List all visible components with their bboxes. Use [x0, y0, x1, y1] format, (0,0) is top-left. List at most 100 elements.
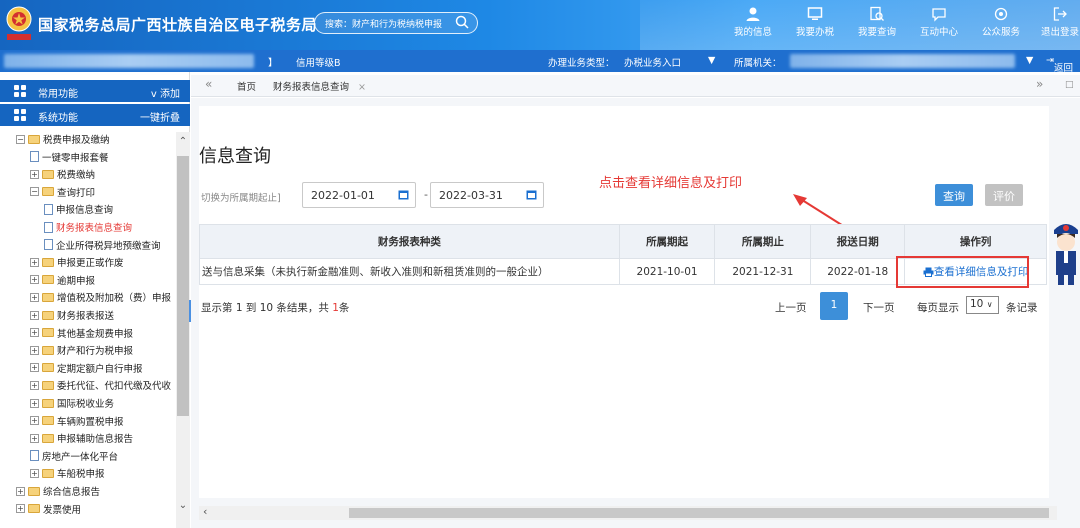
period-start-cell: 2021-10-01	[618, 258, 716, 285]
date-from-input[interactable]: 2022-01-01	[302, 182, 416, 208]
sidebar-item-label: 委托代征、代扣代缴及代收	[57, 381, 172, 393]
annotation-text: 点击查看详细信息及打印	[599, 176, 743, 191]
sidebar-item-label: 查询打印	[57, 187, 96, 199]
expand-icon[interactable]: +	[30, 433, 39, 443]
sidebar-item[interactable]: + 定期定额户自行申报	[30, 361, 143, 378]
grid-icon	[14, 109, 26, 121]
sidebar-item[interactable]: 房地产一体化平台	[30, 449, 118, 466]
sidebar-item[interactable]: + 综合信息报告	[16, 484, 100, 501]
per-page-label: 每页显示	[917, 302, 959, 314]
return-button[interactable]: ⇥ 返回	[1046, 55, 1073, 74]
expand-icon[interactable]: +	[30, 292, 39, 302]
sidebar-item[interactable]: 一键零申报套餐	[30, 150, 109, 167]
sidebar-item-label: 申报信息查询	[56, 205, 114, 217]
expand-icon[interactable]: +	[30, 363, 39, 373]
search-icon[interactable]	[455, 15, 469, 29]
scrollbar-thumb[interactable]	[177, 156, 189, 416]
sidebar-item-label: 财产和行为税申报	[57, 346, 134, 358]
chevron-down-icon[interactable]: ▼	[708, 55, 715, 66]
nav-interaction-center[interactable]: 互动中心	[913, 4, 965, 44]
sidebar-item-label: 申报更正或作废	[57, 258, 124, 270]
calendar-icon[interactable]	[398, 189, 409, 200]
nav-my-info[interactable]: 我的信息	[727, 4, 779, 44]
expand-icon[interactable]: +	[30, 310, 39, 320]
date-to-input[interactable]: 2022-03-31	[430, 182, 544, 208]
expand-icon[interactable]: +	[30, 257, 39, 267]
period-switch-link[interactable]: 切换为所属期起止]	[201, 190, 281, 204]
nav-tax-handling[interactable]: 我要办税	[789, 4, 841, 44]
grid-icon	[14, 85, 26, 97]
sidebar-item[interactable]: − 税费申报及缴纳	[16, 132, 110, 149]
collapse-all-button[interactable]: 一键折叠	[140, 109, 180, 124]
scroll-left-icon[interactable]: ‹	[203, 505, 207, 518]
sidebar-item[interactable]: − 查询打印	[30, 185, 95, 202]
tabs-scroll-left-icon[interactable]: «	[205, 77, 212, 91]
nav-label: 我的信息	[733, 27, 772, 38]
sidebar-item[interactable]: + 逾期申报	[30, 273, 95, 290]
system-functions-header[interactable]: 系统功能 一键折叠	[0, 104, 190, 126]
sidebar-item[interactable]: + 发票使用	[16, 502, 81, 519]
sidebar-item[interactable]: + 申报更正或作废	[30, 255, 124, 272]
tab-current-label: 财务报表信息查询	[273, 82, 350, 93]
tab-close-icon[interactable]: ×	[358, 82, 366, 93]
sidebar-item[interactable]: + 其他基金规费申报	[30, 326, 133, 343]
expand-icon[interactable]: +	[16, 486, 25, 496]
sidebar-item[interactable]: + 委托代征、代扣代缴及代收	[30, 378, 171, 395]
nav-query[interactable]: 我要查询	[851, 4, 903, 44]
sidebar-item[interactable]: 申报信息查询	[44, 202, 113, 219]
biz-type-select[interactable]: 办税业务入口	[624, 55, 681, 69]
expand-icon[interactable]: +	[30, 416, 39, 426]
per-page-select[interactable]: 10 ∨	[966, 296, 999, 314]
sidebar-item[interactable]: + 车辆购置税申报	[30, 414, 124, 431]
expand-icon[interactable]: +	[30, 275, 39, 285]
scrollbar-thumb[interactable]	[349, 508, 1049, 518]
sidebar-item[interactable]: 企业所得税异地预缴查询	[44, 238, 161, 255]
expand-icon[interactable]: +	[30, 468, 39, 478]
prev-page-button[interactable]: 上一页	[775, 300, 807, 315]
tabs-scroll-right-icon[interactable]: »	[1036, 77, 1043, 91]
sidebar-item[interactable]: + 财务报表报送	[30, 308, 114, 325]
chevron-down-icon[interactable]: ▼	[1026, 55, 1033, 66]
nav-public-service[interactable]: 公众服务	[975, 4, 1027, 44]
sidebar-item[interactable]: + 税费缴纳	[30, 167, 95, 184]
sidebar-item[interactable]: + 增值税及附加税（费）申报	[30, 290, 171, 307]
logout-icon	[1053, 7, 1067, 21]
sidebar-item[interactable]: + 车船税申报	[30, 466, 105, 483]
document-icon	[30, 450, 39, 462]
sidebar-scrollbar[interactable]: ⌃ ⌄	[176, 132, 190, 528]
next-page-button[interactable]: 下一页	[863, 300, 895, 315]
sidebar-item[interactable]: + 国际税收业务	[30, 396, 114, 413]
sidebar-item[interactable]: 财务报表信息查询	[44, 220, 132, 237]
document-icon	[30, 151, 39, 163]
scroll-down-icon[interactable]: ⌄	[178, 500, 188, 512]
expand-icon[interactable]: +	[30, 398, 39, 408]
sidebar-item-label: 车船税申报	[57, 469, 105, 481]
current-page-button[interactable]: 1	[820, 292, 848, 320]
sidebar-item[interactable]: + 申报辅助信息报告	[30, 431, 133, 448]
search-input[interactable]: 搜索：财产和行为税纳税申报	[314, 12, 478, 34]
expand-icon[interactable]: +	[30, 169, 39, 179]
site-title[interactable]: 国家税务总局广西壮族自治区电子税务局	[38, 14, 317, 35]
assistant-mascot-icon[interactable]	[1052, 220, 1080, 286]
collapse-icon[interactable]: −	[16, 134, 25, 144]
tab-current[interactable]: 财务报表信息查询 ×	[273, 79, 366, 93]
calendar-icon[interactable]	[526, 189, 537, 200]
sidebar-item[interactable]: + 财产和行为税申报	[30, 343, 133, 360]
return-label: 返回	[1053, 63, 1073, 74]
expand-icon[interactable]: +	[30, 345, 39, 355]
query-button[interactable]: 查询	[935, 184, 973, 206]
expand-icon[interactable]: +	[30, 328, 39, 338]
collapse-icon[interactable]: −	[30, 187, 39, 197]
expand-icon[interactable]: +	[16, 504, 25, 514]
rate-button[interactable]: 评价	[985, 184, 1023, 206]
nav-logout[interactable]: 退出登录	[1037, 4, 1080, 44]
common-functions-header[interactable]: 常用功能 v 添加	[0, 80, 190, 102]
horizontal-scrollbar[interactable]: ‹	[199, 505, 1057, 520]
tab-home[interactable]: 首页	[237, 79, 256, 93]
folder-icon	[42, 363, 54, 373]
org-label: 所属机关：	[734, 58, 782, 69]
expand-icon[interactable]: +	[30, 380, 39, 390]
tabs-menu-icon[interactable]: □	[1065, 80, 1074, 90]
add-common-button[interactable]: v 添加	[151, 85, 180, 100]
scroll-up-icon[interactable]: ⌃	[178, 136, 188, 148]
